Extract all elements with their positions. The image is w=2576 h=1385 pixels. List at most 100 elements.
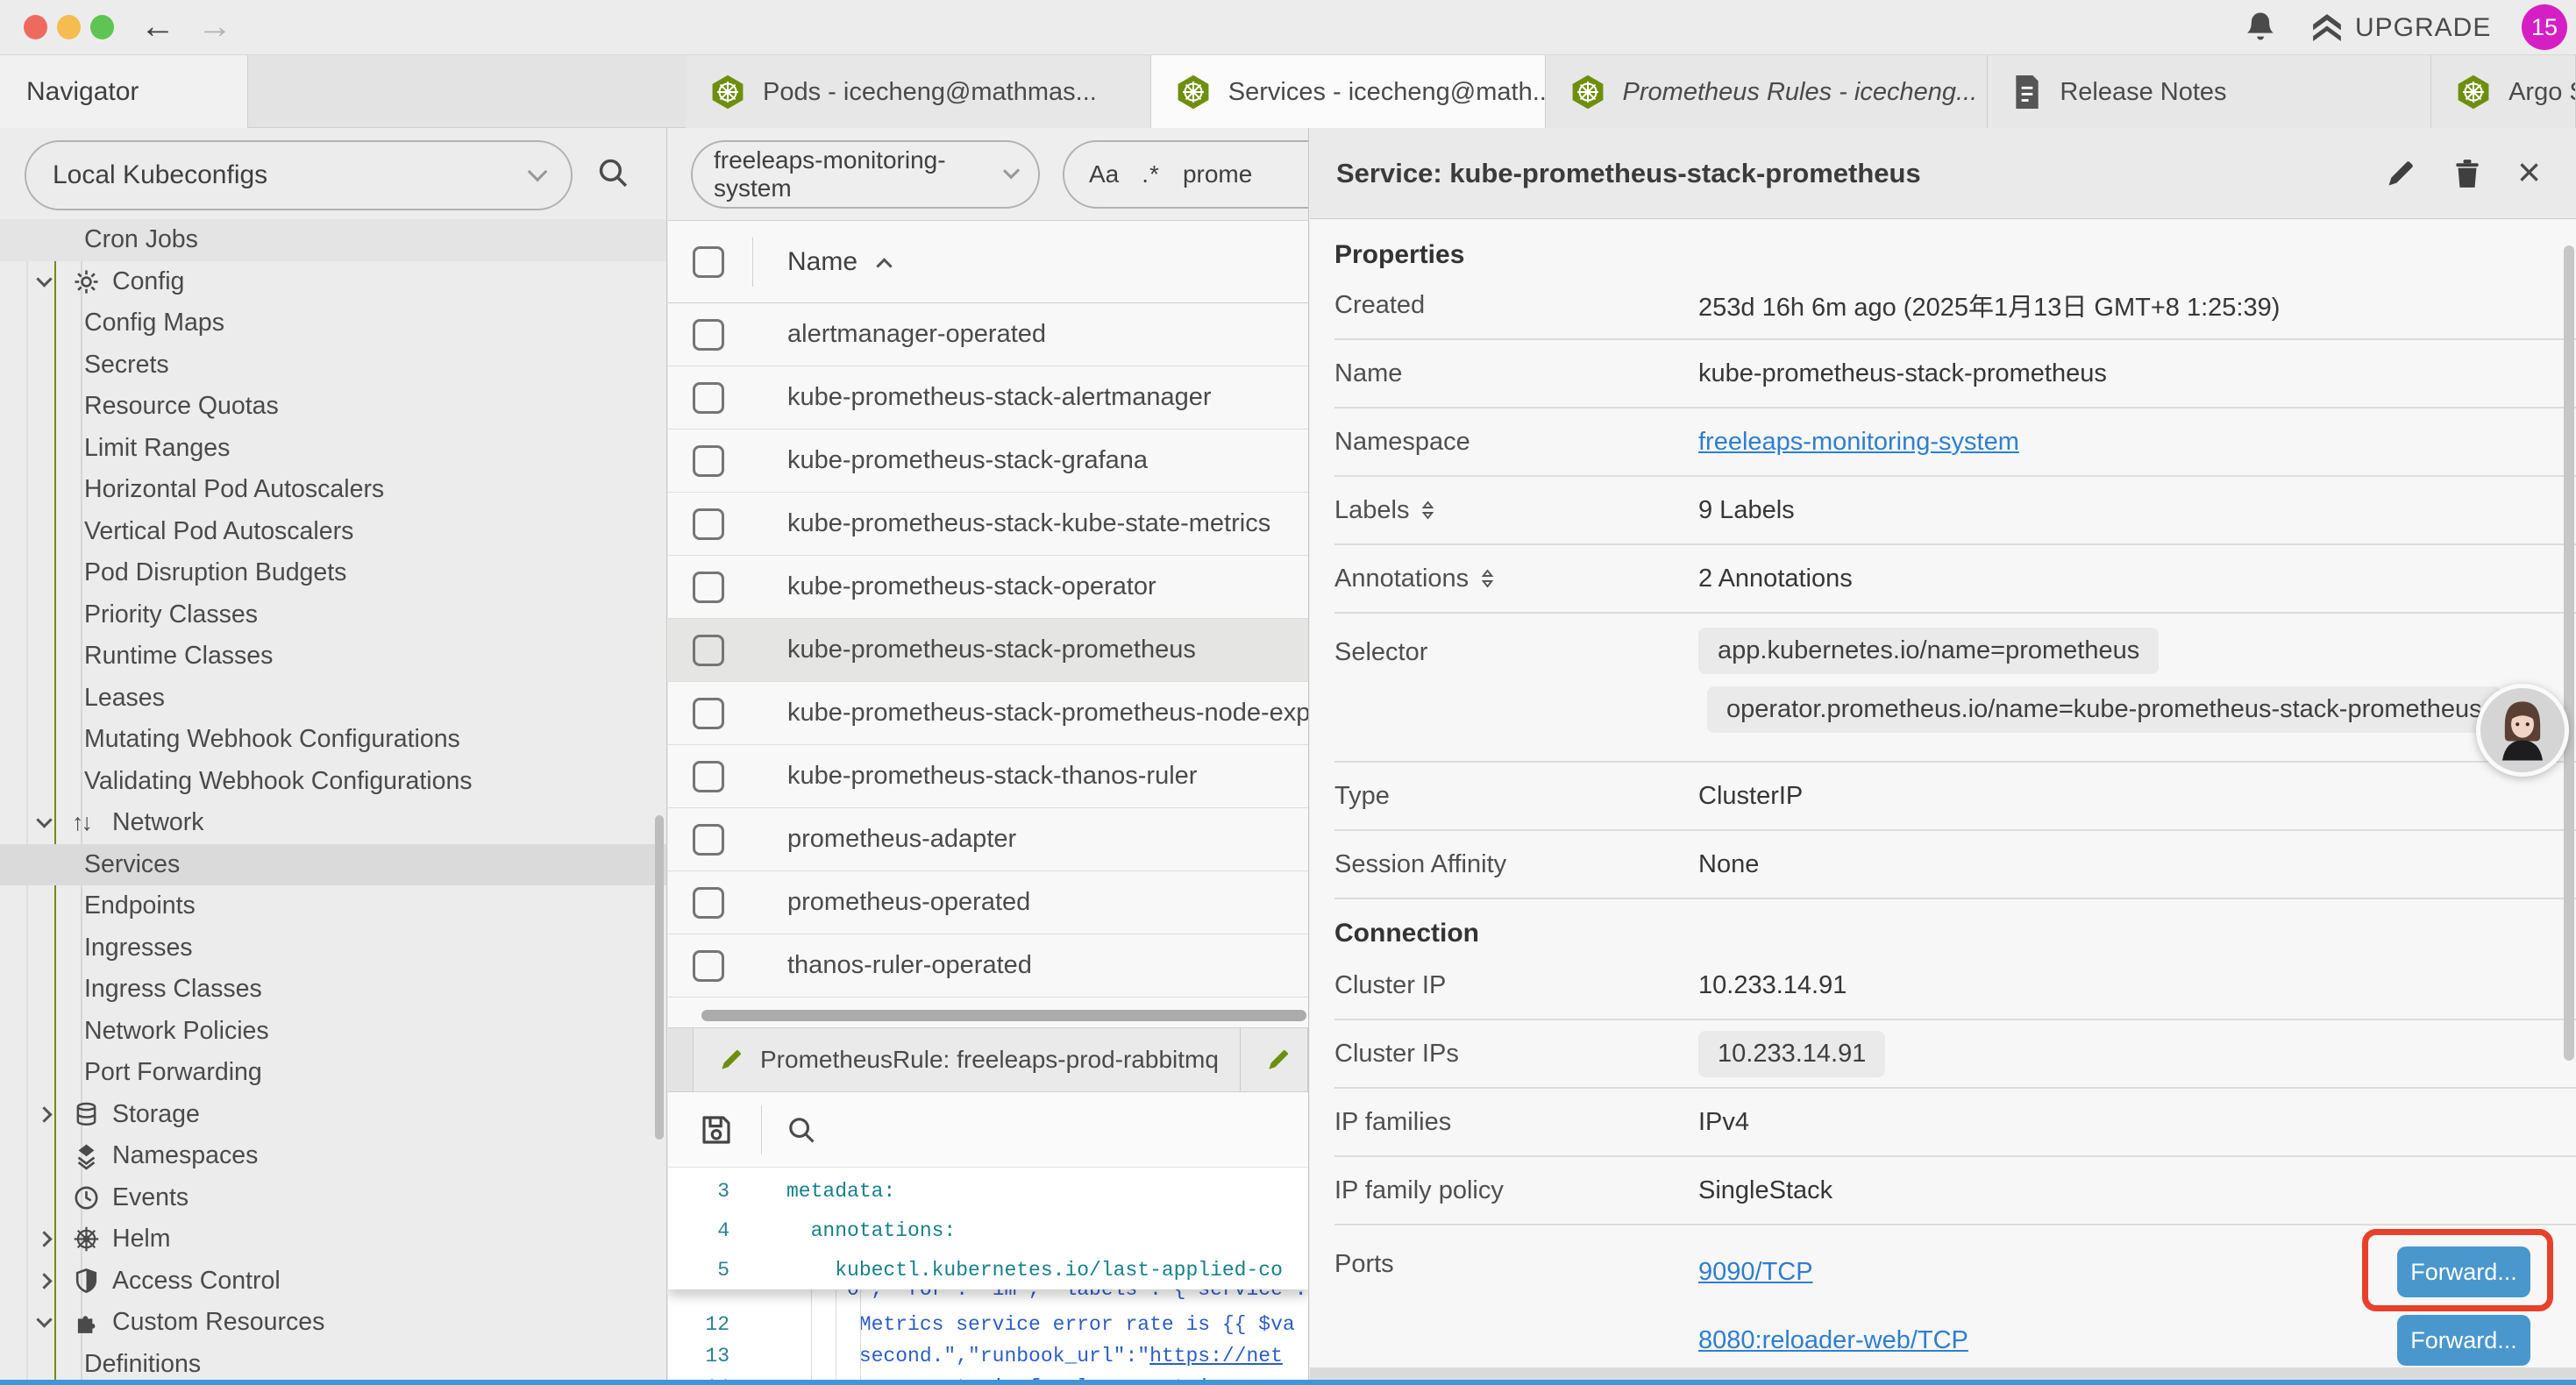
row-checkbox[interactable]: [693, 319, 724, 351]
table-row-kube-prometheus-stack-prometheus[interactable]: kube-prometheus-stack-prometheus: [668, 619, 1308, 682]
row-checkbox[interactable]: [693, 508, 724, 540]
sidebar-item-vertical-pod-autoscalers[interactable]: Vertical Pod Autoscalers: [0, 511, 666, 553]
table-row-kube-prometheus-stack-prometheus-node-exporter[interactable]: kube-prometheus-stack-prometheus-node-ex…: [668, 682, 1308, 745]
table-row-kube-prometheus-stack-kube-state-metrics[interactable]: kube-prometheus-stack-kube-state-metrics: [668, 493, 1308, 556]
sidebar-item-definitions[interactable]: Definitions: [0, 1344, 666, 1385]
forward-button[interactable]: Forward...: [2397, 1246, 2530, 1297]
row-checkbox[interactable]: [693, 887, 724, 919]
chevron-right-icon[interactable]: [39, 1275, 72, 1287]
chevron-down-icon[interactable]: [39, 279, 72, 285]
row-checkbox[interactable]: [693, 950, 724, 982]
table-row-kube-prometheus-stack-grafana[interactable]: kube-prometheus-stack-grafana: [668, 430, 1308, 493]
editor-tab-partial[interactable]: [1241, 1028, 1308, 1091]
sidebar-item-limit-ranges[interactable]: Limit Ranges: [0, 428, 666, 470]
sidebar-item-network-policies[interactable]: Network Policies: [0, 1011, 666, 1053]
notification-count-badge[interactable]: 15: [2522, 4, 2567, 50]
code-link[interactable]: https://net: [1149, 1345, 1283, 1367]
row-checkbox[interactable]: [693, 698, 724, 729]
row-checkbox[interactable]: [693, 824, 724, 856]
forward-arrow-icon[interactable]: →: [197, 7, 232, 46]
sidebar-item-endpoints[interactable]: Endpoints: [0, 885, 666, 927]
yaml-editor[interactable]: 0", "for": "1m", "labels": {"service": "…: [668, 1168, 1308, 1385]
port-link[interactable]: 9090/TCP: [1698, 1258, 1813, 1287]
sidebar-item-services[interactable]: Services: [0, 844, 666, 886]
row-checkbox[interactable]: [693, 445, 724, 477]
forward-button[interactable]: Forward...: [2397, 1315, 2530, 1366]
close-icon[interactable]: ×: [2517, 152, 2541, 192]
sidebar-item-custom-resources[interactable]: Custom Resources: [0, 1302, 666, 1344]
table-row-thanos-ruler-operated[interactable]: thanos-ruler-operated: [668, 934, 1308, 998]
editor-tab-prometheusrule-freeleaps-prod-rabbitmq[interactable]: PrometheusRule: freeleaps-prod-rabbitmq: [693, 1028, 1241, 1091]
detail-row-cluster-ip: Cluster IP10.233.14.91: [1334, 952, 2576, 1020]
sidebar-item-events[interactable]: Events: [0, 1177, 666, 1219]
row-checkbox[interactable]: [693, 635, 724, 666]
sidebar-item-network[interactable]: ↑↓Network: [0, 802, 666, 844]
tab-services-icecheng-math[interactable]: Services - icecheng@math...×: [1151, 55, 1546, 129]
sidebar-search-icon[interactable]: [594, 154, 631, 191]
upgrade-button[interactable]: UPGRADE: [2309, 11, 2491, 46]
table-row-prometheus-adapter[interactable]: prometheus-adapter: [668, 808, 1308, 871]
tab-argo-se[interactable]: Argo Se: [2431, 55, 2576, 129]
table-row-alertmanager-operated[interactable]: alertmanager-operated: [668, 303, 1308, 366]
row-checkbox[interactable]: [693, 761, 724, 792]
save-button[interactable]: [698, 1112, 735, 1148]
sidebar-item-storage[interactable]: Storage: [0, 1094, 666, 1136]
edit-pencil-icon[interactable]: [2384, 157, 2417, 190]
notifications-bell-icon[interactable]: [2241, 8, 2280, 46]
regex-toggle[interactable]: .*: [1142, 160, 1160, 188]
chevron-down-icon[interactable]: [39, 1319, 72, 1325]
tab-prometheus-rules-icecheng[interactable]: Prometheus Rules - icecheng...: [1546, 55, 1989, 129]
chevron-right-icon[interactable]: [39, 1233, 72, 1245]
sidebar-item-ingresses[interactable]: Ingresses: [0, 927, 666, 970]
tab-release-notes[interactable]: Release Notes: [1988, 55, 2431, 129]
select-all-checkbox[interactable]: [693, 246, 724, 278]
detail-scrollbar[interactable]: [2564, 245, 2574, 1061]
sidebar-item-leases[interactable]: Leases: [0, 678, 666, 720]
namespace-link[interactable]: freeleaps-monitoring-system: [1698, 428, 2019, 456]
sidebar-item-config-maps[interactable]: Config Maps: [0, 302, 666, 344]
tab-pods-icecheng-mathmas[interactable]: Pods - icecheng@mathmas...: [686, 55, 1151, 129]
sidebar-scrollbar[interactable]: [655, 815, 664, 1140]
chevron-right-icon[interactable]: [39, 1109, 72, 1120]
trash-icon[interactable]: [2451, 157, 2484, 190]
table-row-kube-prometheus-stack-thanos-ruler[interactable]: kube-prometheus-stack-thanos-ruler: [668, 745, 1308, 808]
sidebar-item-ingress-classes[interactable]: Ingress Classes: [0, 969, 666, 1011]
sidebar-item-horizontal-pod-autoscalers[interactable]: Horizontal Pod Autoscalers: [0, 469, 666, 511]
assistant-avatar[interactable]: [2476, 684, 2569, 777]
window-close-button[interactable]: [24, 15, 47, 39]
table-search-input[interactable]: Aa .* prome: [1063, 140, 1309, 209]
sidebar-item-resource-quotas[interactable]: Resource Quotas: [0, 386, 666, 428]
sidebar-item-runtime-classes[interactable]: Runtime Classes: [0, 636, 666, 678]
match-case-toggle[interactable]: Aa: [1089, 160, 1119, 188]
table-row-kube-prometheus-stack-alertmanager[interactable]: kube-prometheus-stack-alertmanager: [668, 366, 1308, 430]
sidebar-item-access-control[interactable]: Access Control: [0, 1261, 666, 1303]
navigator-panel-tab[interactable]: Navigator: [0, 55, 248, 129]
table-row-kube-prometheus-stack-operator[interactable]: kube-prometheus-stack-operator: [668, 556, 1308, 619]
port-link[interactable]: 8080:reloader-web/TCP: [1698, 1326, 1968, 1355]
chevron-down-icon[interactable]: [39, 820, 72, 826]
window-minimize-button[interactable]: [57, 15, 81, 39]
sidebar-item-pod-disruption-budgets[interactable]: Pod Disruption Budgets: [0, 552, 666, 594]
back-arrow-icon[interactable]: ←: [140, 7, 175, 46]
sidebar-item-cron-jobs[interactable]: Cron Jobs: [0, 219, 666, 261]
sidebar-item-port-forwarding[interactable]: Port Forwarding: [0, 1052, 666, 1094]
sidebar-item-config[interactable]: Config: [0, 261, 666, 303]
sort-toggle-icon[interactable]: [1481, 568, 1494, 589]
sidebar-item-priority-classes[interactable]: Priority Classes: [0, 594, 666, 636]
sort-ascending-icon[interactable]: [876, 258, 892, 273]
sidebar-item-validating-webhook-configurations[interactable]: Validating Webhook Configurations: [0, 761, 666, 803]
table-row-prometheus-operated[interactable]: prometheus-operated: [668, 871, 1308, 934]
row-checkbox[interactable]: [693, 382, 724, 414]
sidebar-item-namespaces[interactable]: Namespaces: [0, 1135, 666, 1177]
kubeconfig-selector[interactable]: Local Kubeconfigs: [25, 140, 573, 210]
namespace-selector[interactable]: freeleaps-monitoring-system: [691, 140, 1040, 209]
sidebar-item-secrets[interactable]: Secrets: [0, 344, 666, 387]
sort-toggle-icon[interactable]: [1421, 500, 1434, 521]
table-horizontal-scrollbar[interactable]: [701, 1010, 1306, 1021]
window-maximize-button[interactable]: [90, 15, 114, 39]
editor-search-icon[interactable]: [785, 1113, 818, 1147]
row-checkbox[interactable]: [693, 572, 724, 603]
sidebar-item-mutating-webhook-configurations[interactable]: Mutating Webhook Configurations: [0, 719, 666, 761]
sidebar-item-helm[interactable]: Helm: [0, 1218, 666, 1261]
column-header-name[interactable]: Name: [787, 247, 857, 277]
